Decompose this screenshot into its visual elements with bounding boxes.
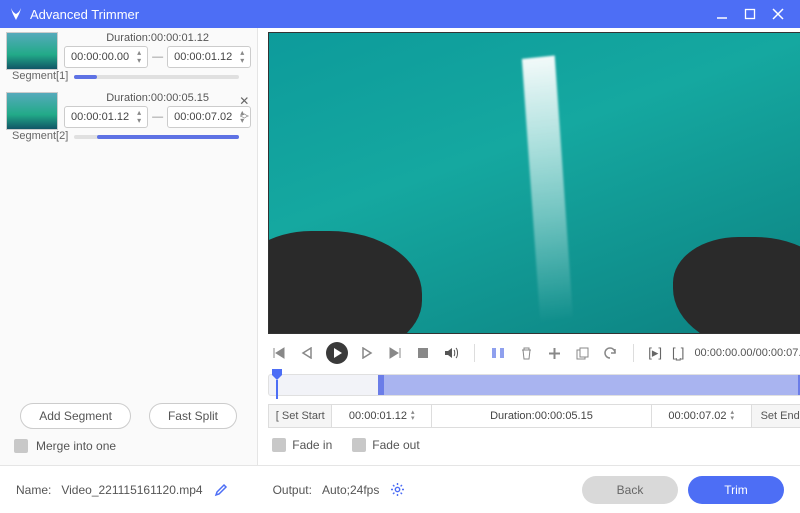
set-start-button[interactable]: [ Set Start — [268, 404, 332, 428]
app-logo-icon — [8, 6, 24, 22]
undo-icon[interactable] — [601, 344, 619, 362]
back-button[interactable]: Back — [582, 476, 678, 504]
set-end-button[interactable]: Set End ] — [752, 404, 800, 428]
range-separator: — — [152, 51, 163, 63]
segment-1[interactable]: Duration:00:00:01.12 00:00:00.00▴▾ — 00:… — [0, 28, 257, 70]
edit-name-icon[interactable] — [213, 482, 229, 498]
trim-button[interactable]: Trim — [688, 476, 784, 504]
minimize-button[interactable] — [708, 4, 736, 24]
segment-thumbnail — [6, 32, 58, 70]
end-time-input[interactable]: 00:00:07.02▴▾ — [652, 404, 752, 428]
bottom-bar: Name: Video_221115161120.mp4 Output: Aut… — [0, 465, 800, 513]
close-button[interactable] — [764, 4, 792, 24]
segment-mini-timeline[interactable] — [74, 75, 239, 79]
copy-icon[interactable] — [573, 344, 591, 362]
range-separator: — — [152, 111, 163, 123]
volume-icon[interactable] — [442, 344, 460, 362]
playhead[interactable] — [271, 369, 283, 399]
skip-end-icon[interactable] — [386, 344, 404, 362]
reorder-segment-buttons[interactable]: ︿﹀ — [237, 110, 251, 124]
set-range-row: [ Set Start 00:00:01.12▴▾ Duration:00:00… — [268, 404, 800, 428]
remove-segment-button[interactable]: ✕ — [237, 94, 251, 108]
duration-display: Duration:00:00:05.15 — [432, 404, 651, 428]
segments-panel: Duration:00:00:01.12 00:00:00.00▴▾ — 00:… — [0, 28, 258, 465]
segment-2[interactable]: Duration:00:00:05.15 00:00:01.12▴▾ — 00:… — [0, 88, 257, 130]
segment-thumbnail — [6, 92, 58, 130]
chevron-down-icon[interactable]: ▾ — [236, 57, 248, 65]
mark-in-icon[interactable]: [▸] — [648, 344, 662, 362]
timeline-selection[interactable] — [378, 375, 800, 395]
stop-button[interactable] — [414, 344, 432, 362]
segment-start-input[interactable]: 00:00:00.00▴▾ — [64, 46, 148, 68]
video-preview[interactable] — [268, 32, 800, 334]
timeline[interactable] — [268, 374, 800, 396]
add-segment-button[interactable]: Add Segment — [20, 403, 131, 429]
fade-out-label: Fade out — [372, 438, 419, 452]
segment-end-input[interactable]: 00:00:01.12▴▾ — [167, 46, 251, 68]
chevron-down-icon[interactable]: ▾ — [133, 117, 145, 125]
maximize-button[interactable] — [736, 4, 764, 24]
play-button[interactable] — [326, 342, 348, 364]
output-settings-icon[interactable] — [389, 482, 405, 498]
fade-in-label: Fade in — [292, 438, 332, 452]
name-label: Name: — [16, 483, 51, 497]
step-forward-icon[interactable] — [358, 344, 376, 362]
merge-checkbox[interactable] — [14, 439, 28, 453]
fade-in-checkbox[interactable] — [272, 438, 286, 452]
titlebar: Advanced Trimmer — [0, 0, 800, 28]
segment-start-input[interactable]: 00:00:01.12▴▾ — [64, 106, 148, 128]
segment-label: Segment[2] — [6, 130, 68, 142]
fade-out-checkbox[interactable] — [352, 438, 366, 452]
chevron-down-icon[interactable]: ▾ — [133, 57, 145, 65]
app-title: Advanced Trimmer — [30, 7, 139, 22]
fast-split-button[interactable]: Fast Split — [149, 403, 237, 429]
time-display: 00:00:00.00/00:00:07.02 — [694, 347, 800, 359]
merge-label: Merge into one — [36, 439, 116, 453]
player-controls: [▸] [⎵] 00:00:00.00/00:00:07.02 — [268, 334, 800, 372]
add-icon[interactable] — [545, 344, 563, 362]
output-label: Output: — [273, 483, 312, 497]
step-back-icon[interactable] — [298, 344, 316, 362]
segment-duration-label: Duration:00:00:05.15 — [64, 92, 251, 104]
split-icon[interactable] — [489, 344, 507, 362]
segment-label: Segment[1] — [6, 70, 68, 82]
mark-out-icon[interactable]: [⎵] — [672, 344, 684, 362]
start-time-input[interactable]: 00:00:01.12▴▾ — [332, 404, 432, 428]
skip-start-icon[interactable] — [270, 344, 288, 362]
output-name: Video_221115161120.mp4 — [61, 483, 202, 497]
segment-duration-label: Duration:00:00:01.12 — [64, 32, 251, 44]
output-format: Auto;24fps — [322, 483, 379, 497]
preview-panel: [▸] [⎵] 00:00:00.00/00:00:07.02 [ Set St… — [258, 28, 800, 465]
segment-mini-timeline[interactable] — [74, 135, 239, 139]
delete-icon[interactable] — [517, 344, 535, 362]
